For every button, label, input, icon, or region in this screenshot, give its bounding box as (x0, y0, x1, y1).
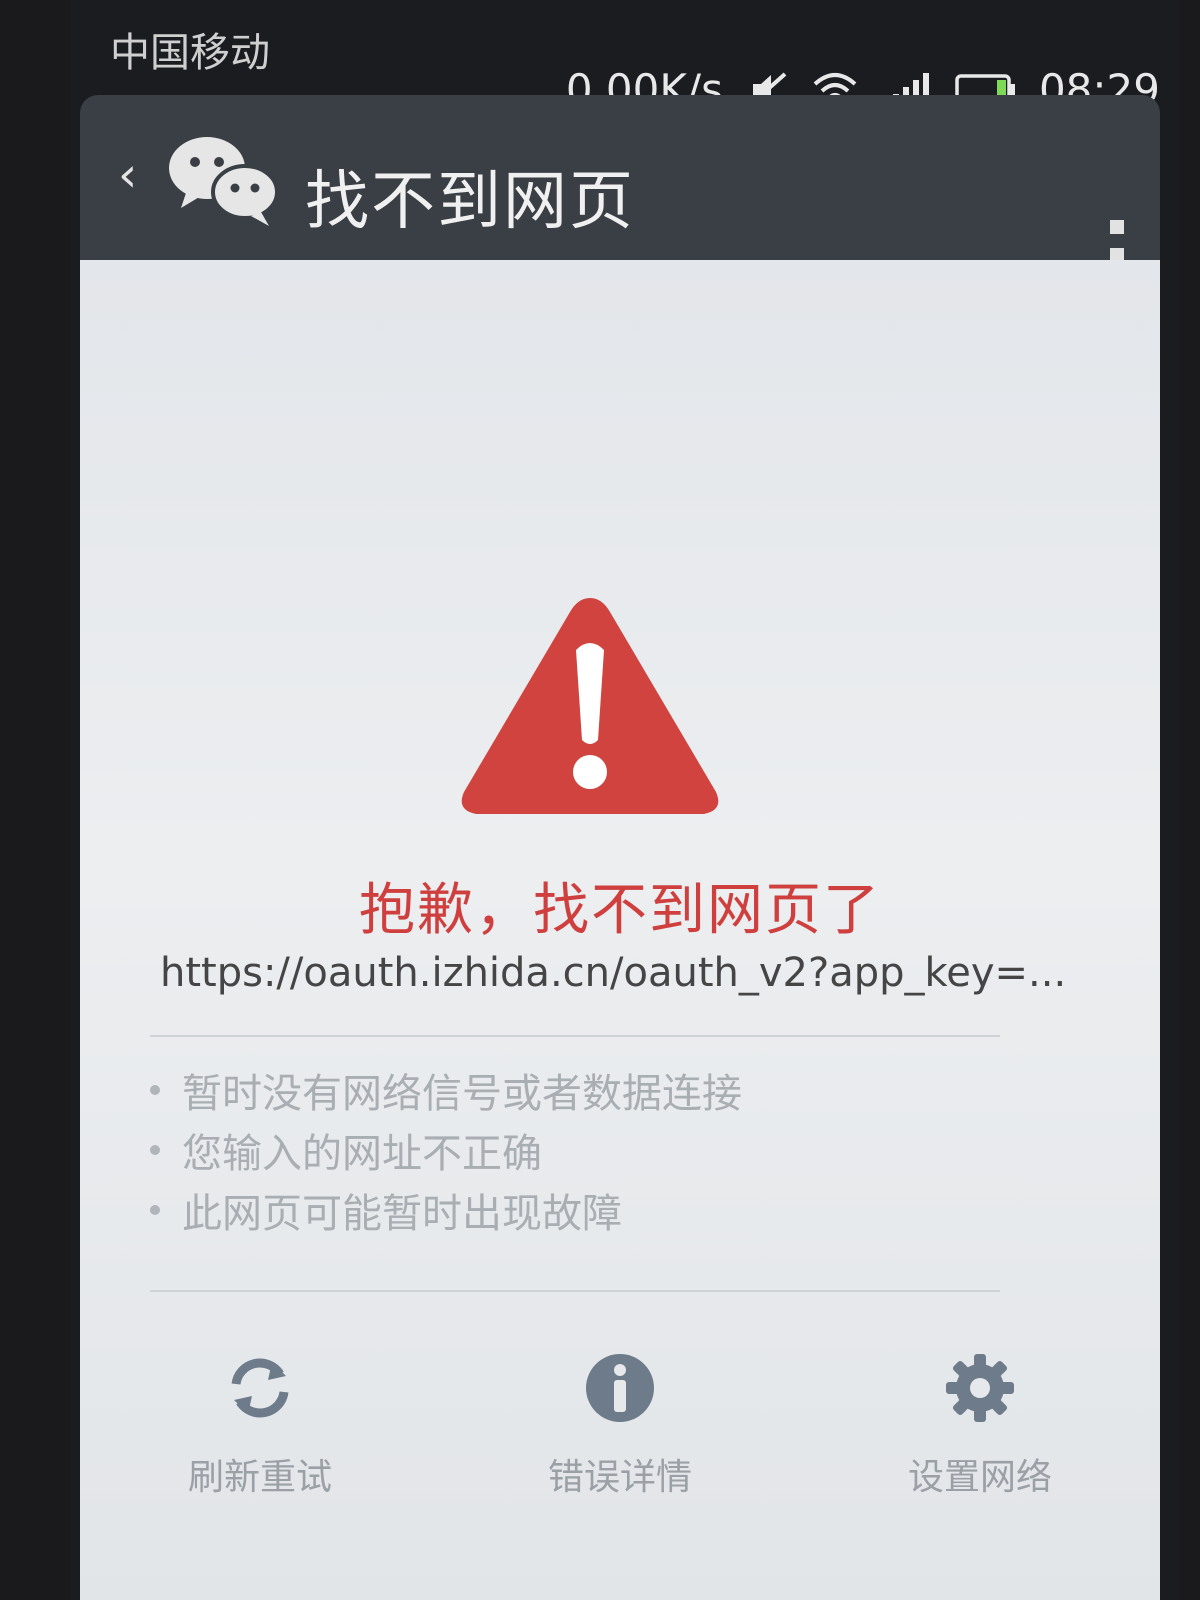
list-item: 暂时没有网络信号或者数据连接 (150, 1060, 742, 1120)
refresh-icon (222, 1350, 298, 1430)
title-bar: ‹ 找不到网页 (80, 95, 1160, 290)
error-url: https://oauth.izhida.cn/oauth_v2?app_key… (160, 950, 1067, 996)
bullet-icon (150, 1085, 160, 1095)
wechat-icon (165, 130, 285, 234)
refresh-label: 刷新重试 (187, 1457, 332, 1498)
bullet-icon (150, 1205, 160, 1215)
error-title: 抱歉，找不到网页了 (359, 878, 881, 943)
reason-list: 暂时没有网络信号或者数据连接 您输入的网址不正确 此网页可能暂时出现故障 (150, 1060, 742, 1240)
info-icon (582, 1350, 658, 1430)
carrier-label: 中国移动 (110, 30, 270, 76)
error-page: 抱歉，找不到网页了 https://oauth.izhida.cn/oauth_… (80, 260, 1160, 1600)
error-details-label: 错误详情 (547, 1457, 692, 1498)
divider-top (150, 1035, 1000, 1037)
back-chevron-icon[interactable]: ‹ (118, 147, 137, 203)
phone-screen: 中国移动 0.00K/s 08:29 ‹ 找不到网页 抱歉，找不到网页了 htt… (70, 0, 1180, 1600)
list-item: 您输入的网址不正确 (150, 1120, 742, 1180)
network-settings-button[interactable]: 设置网络 (850, 1350, 1110, 1530)
reason-text: 此网页可能暂时出现故障 (182, 1191, 622, 1237)
page-title: 找不到网页 (305, 165, 635, 239)
error-details-button[interactable]: 错误详情 (490, 1350, 750, 1530)
network-settings-label: 设置网络 (907, 1457, 1052, 1498)
action-bar: 刷新重试 错误详情 设置网络 (80, 1350, 1160, 1530)
reason-text: 暂时没有网络信号或者数据连接 (182, 1071, 742, 1117)
refresh-button[interactable]: 刷新重试 (130, 1350, 390, 1530)
gear-icon (942, 1350, 1018, 1430)
warning-triangle-icon (450, 580, 730, 834)
reason-text: 您输入的网址不正确 (182, 1131, 542, 1177)
divider-bottom (150, 1290, 1000, 1292)
bullet-icon (150, 1145, 160, 1155)
list-item: 此网页可能暂时出现故障 (150, 1180, 742, 1240)
